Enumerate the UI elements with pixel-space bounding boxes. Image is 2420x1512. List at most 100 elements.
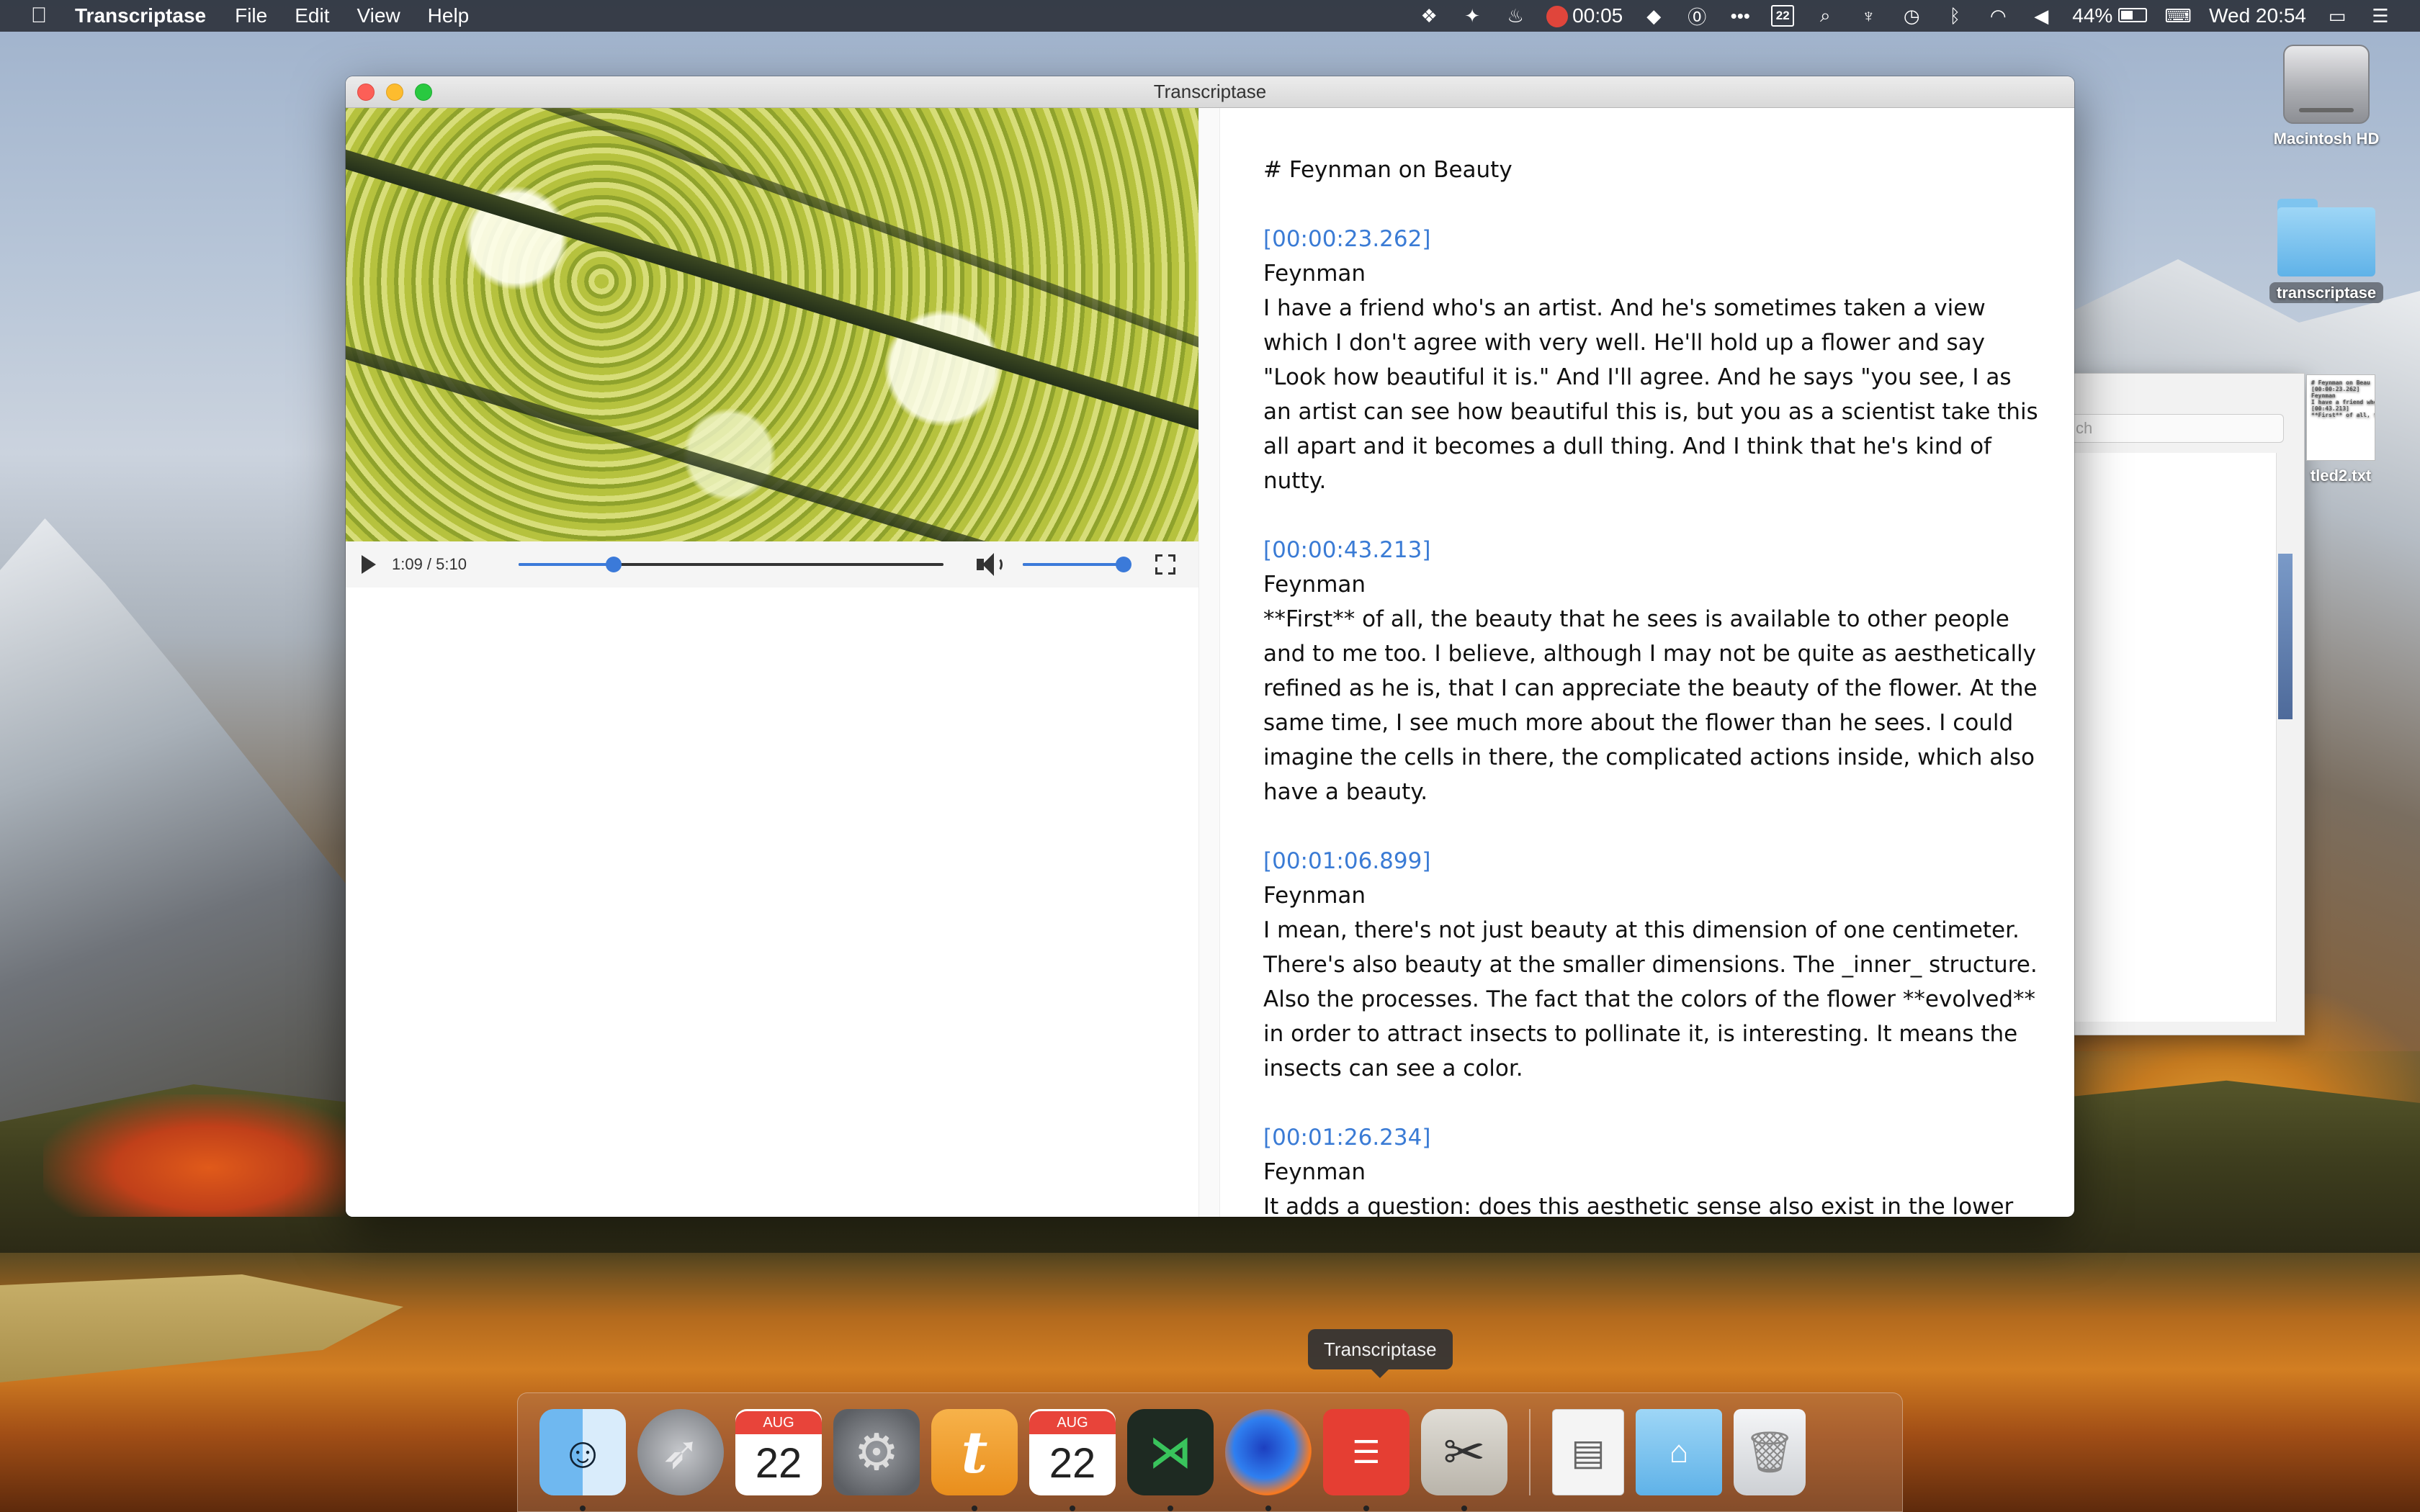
zoom-window-button[interactable] [415,84,432,101]
dock-transcriptase[interactable]: t [931,1409,1018,1511]
volume-icon[interactable] [975,552,1004,577]
wallpaper-autumn-trees-left [43,1094,375,1217]
transcript-segment: [00:00:23.262] Feynman I have a friend w… [1263,222,2045,498]
dock-speech-app[interactable]: ☰ [1323,1409,1410,1511]
calendar-month: AUG [1029,1411,1116,1434]
fire-icon[interactable]: ♨ [1503,4,1528,28]
menu-app-name[interactable]: Transcriptase [75,4,206,27]
calendar-icon[interactable]: 22 [1771,5,1795,27]
dock-code-editor[interactable]: ⋊ [1127,1409,1214,1511]
keyboard-icon[interactable]: ⌨ [2164,4,2192,28]
segment-text: I mean, there's not just beauty at this … [1263,917,2038,1081]
time-machine-icon[interactable]: ◷ [1899,4,1924,28]
window-title: Transcriptase [1153,81,1267,102]
time-display: 1:09 / 5:10 [392,555,467,573]
dock-finder[interactable]: ☺ [539,1409,626,1511]
clock[interactable]: Wed 20:54 [2209,4,2306,27]
transcript-editor[interactable]: # Feynman on Beauty [00:00:23.262] Feynm… [1220,108,2074,1217]
document-heading: # Feynman on Beauty [1263,157,1512,183]
antenna-icon[interactable]: ♆ [1856,4,1881,28]
seek-handle[interactable] [605,557,622,572]
background-finder-window[interactable]: ch [2060,373,2305,1035]
video-leaf-vein [488,108,1198,385]
search-icon[interactable]: ⌕ [1813,4,1837,28]
finder-preview-strip [2278,554,2293,719]
menu-view[interactable]: View [357,4,400,27]
document-icon: ▤ [1571,1432,1605,1472]
speaker-name: Feynman [1263,261,1366,287]
volume-handle[interactable] [1116,557,1131,572]
gear-icon: ⚙ [853,1424,900,1480]
battery-status[interactable]: 44% [2072,4,2148,27]
recording-time: 00:05 [1572,4,1623,27]
desktop-icon-macintosh-hd[interactable]: Macintosh HD [2254,45,2398,148]
calendar-month: AUG [735,1411,822,1434]
video-frame[interactable] [346,108,1198,541]
menu-file[interactable]: File [235,4,267,27]
desktop-icon-transcriptase-folder[interactable]: transcriptase [2254,199,2398,303]
timestamp-link[interactable]: [00:00:43.213] [1263,533,2045,567]
speech-bubble-icon: ☰ [1352,1434,1381,1470]
desktop-icon-label: Macintosh HD [2273,130,2380,148]
minimize-window-button[interactable] [386,84,403,101]
transcriptase-app-icon: t [961,1418,988,1486]
onepassword-icon[interactable]: ⓪ [1685,4,1709,28]
fullscreen-icon[interactable] [1155,554,1175,575]
wifi-icon[interactable]: ◠ [1986,4,2010,28]
dock-document[interactable]: ▤ [1552,1409,1624,1495]
running-indicator [1461,1506,1467,1511]
apple-menu-icon[interactable]:  [27,4,50,28]
wallpaper-mountain-left [0,518,375,1166]
dock-folder[interactable]: ⌂ [1636,1409,1722,1495]
timestamp-link[interactable]: [00:01:26.234] [1263,1120,2045,1155]
menu-help[interactable]: Help [428,4,470,27]
seek-fill [519,563,614,566]
more-icon[interactable]: ••• [1728,4,1752,28]
status-area: ❖ ✦ ♨ 00:05 ◆ ⓪ ••• 22 ⌕ ♆ ◷ ᛒ ◠ ◀ 44% ⌨… [1417,4,2393,28]
running-indicator [972,1506,977,1511]
recording-status[interactable]: 00:05 [1546,4,1623,28]
finder-search-input[interactable]: ch [2068,414,2284,443]
dock-trash[interactable]: 🗑 [1734,1409,1806,1495]
window-controls [357,84,432,101]
dropbox-icon[interactable]: ✦ [1460,4,1484,28]
dock-calendar-2[interactable]: AUG 22 [1029,1409,1116,1511]
menu-bar:  Transcriptase File Edit View Help ❖ ✦ … [0,0,2420,32]
trash-icon: 🗑 [1744,1429,1796,1475]
dock-firefox[interactable] [1225,1409,1312,1511]
pane-divider[interactable] [1198,108,1220,1217]
speaker-name: Feynman [1263,572,1366,598]
scissors-icon: ✂ [1443,1424,1486,1480]
menu-edit[interactable]: Edit [295,4,329,27]
running-indicator [580,1506,586,1511]
volume-slider[interactable] [1023,557,1131,572]
battery-icon [2118,8,2148,22]
transcript-segment: [00:01:26.234] Feynman It adds a questio… [1263,1120,2045,1217]
close-window-button[interactable] [357,84,375,101]
timestamp-link[interactable]: [00:01:06.899] [1263,844,2045,878]
folder-icon: ⌂ [1669,1434,1689,1470]
seek-slider[interactable] [519,557,944,572]
timestamp-link[interactable]: [00:00:23.262] [1263,222,2045,256]
recording-icon [1546,6,1569,28]
segment-text: It adds a question: does this aesthetic … [1263,1194,2014,1217]
play-icon[interactable] [362,555,376,574]
dock-launchpad[interactable]: ➶ [637,1409,724,1495]
desktop-icon-txt-file[interactable]: # Feynman on Beau [00:00:23.262] Feynman… [2269,374,2413,485]
bluetooth-icon[interactable]: ᛒ [1942,4,1967,28]
dock-calendar[interactable]: AUG 22 [735,1409,822,1495]
menu-icon[interactable]: ☰ [2368,4,2393,28]
volume-icon[interactable]: ◀ [2029,4,2053,28]
window-titlebar[interactable]: Transcriptase [346,76,2074,108]
dropbox-alt-icon[interactable]: ❖ [1417,4,1441,28]
dock-system-preferences[interactable]: ⚙ [833,1409,920,1495]
window-content: 1:09 / 5:10 # Feynman on Beauty [00:00:2… [346,108,2074,1217]
running-indicator [1070,1506,1075,1511]
dock-screenshot-app[interactable]: ✂ [1421,1409,1507,1511]
volume-fill [1023,563,1124,566]
speaker-name: Feynman [1263,883,1366,909]
folder-icon [2277,199,2375,278]
shield-icon[interactable]: ◆ [1641,4,1666,28]
transcriptase-window: Transcriptase 1:09 / 5:10 # Feynman on B… [346,76,2074,1217]
airplay-icon[interactable]: ▭ [2325,4,2349,28]
